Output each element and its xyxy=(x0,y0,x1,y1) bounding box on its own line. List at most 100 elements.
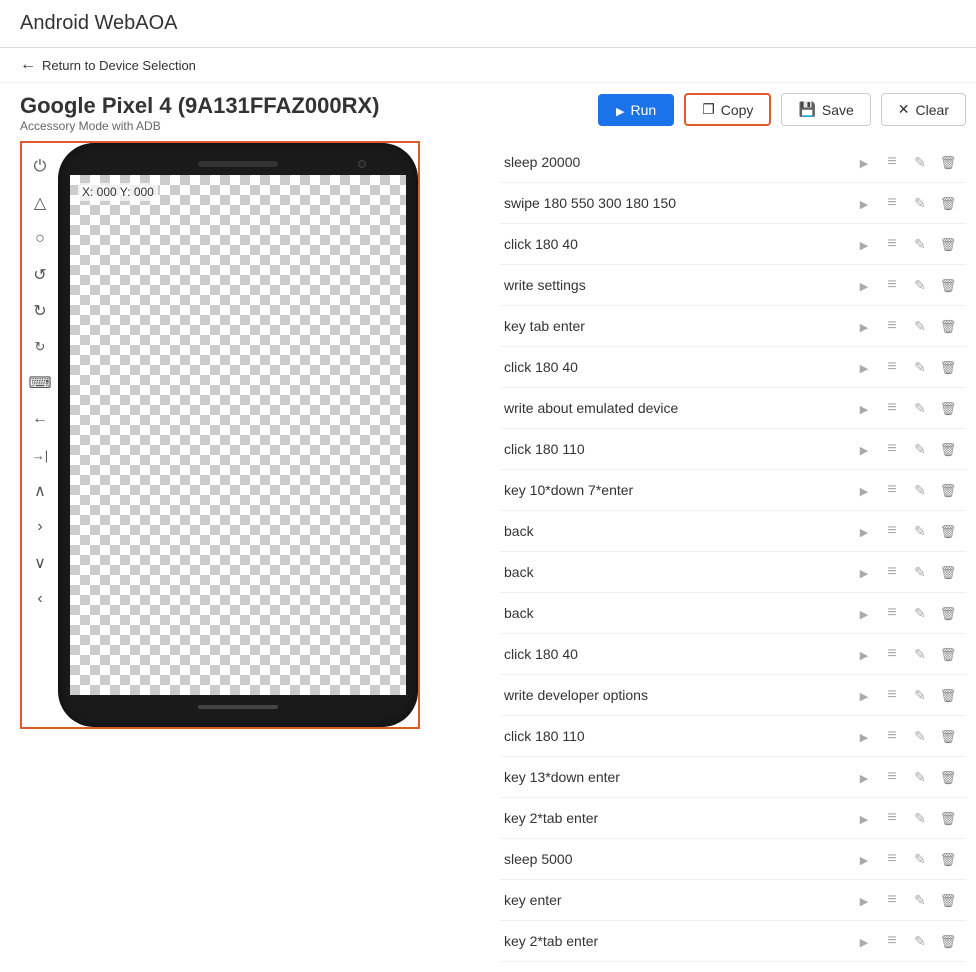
command-delete-button[interactable] xyxy=(934,148,962,176)
command-delete-button[interactable] xyxy=(934,353,962,381)
command-edit-button[interactable] xyxy=(906,517,934,545)
command-run-button[interactable] xyxy=(850,804,878,832)
command-delete-button[interactable] xyxy=(934,312,962,340)
command-edit-button[interactable] xyxy=(906,558,934,586)
run-button[interactable]: Run xyxy=(598,94,674,126)
command-edit-button[interactable] xyxy=(906,312,934,340)
command-run-button[interactable] xyxy=(850,394,878,422)
command-delete-button[interactable] xyxy=(934,476,962,504)
command-reorder-button[interactable] xyxy=(878,517,906,545)
command-delete-button[interactable] xyxy=(934,763,962,791)
command-run-button[interactable] xyxy=(850,722,878,750)
arrow-right-button[interactable]: →| xyxy=(26,441,54,469)
command-run-button[interactable] xyxy=(850,312,878,340)
command-delete-button[interactable] xyxy=(934,394,962,422)
command-reorder-button[interactable] xyxy=(878,640,906,668)
command-delete-button[interactable] xyxy=(934,599,962,627)
command-delete-button[interactable] xyxy=(934,558,962,586)
back-link[interactable]: ← Return to Device Selection xyxy=(20,56,956,74)
command-run-button[interactable] xyxy=(850,681,878,709)
command-run-button[interactable] xyxy=(850,148,878,176)
command-reorder-button[interactable] xyxy=(878,312,906,340)
command-edit-button[interactable] xyxy=(906,271,934,299)
command-run-button[interactable] xyxy=(850,763,878,791)
command-delete-button[interactable] xyxy=(934,640,962,668)
command-delete-button[interactable] xyxy=(934,517,962,545)
circle-button[interactable]: ○ xyxy=(26,225,54,253)
command-edit-button[interactable] xyxy=(906,763,934,791)
command-edit-button[interactable] xyxy=(906,189,934,217)
command-reorder-button[interactable] xyxy=(878,722,906,750)
play-icon xyxy=(860,277,868,293)
command-edit-button[interactable] xyxy=(906,599,934,627)
command-edit-button[interactable] xyxy=(906,886,934,914)
command-reorder-button[interactable] xyxy=(878,886,906,914)
save-button[interactable]: Save xyxy=(781,93,870,126)
command-edit-button[interactable] xyxy=(906,353,934,381)
command-delete-button[interactable] xyxy=(934,927,962,955)
command-reorder-button[interactable] xyxy=(878,353,906,381)
rotate-step-button[interactable]: ↻ xyxy=(26,333,54,361)
command-reorder-button[interactable] xyxy=(878,230,906,258)
command-reorder-button[interactable] xyxy=(878,763,906,791)
command-reorder-button[interactable] xyxy=(878,476,906,504)
command-reorder-button[interactable] xyxy=(878,189,906,217)
command-edit-button[interactable] xyxy=(906,230,934,258)
command-reorder-button[interactable] xyxy=(878,845,906,873)
command-reorder-button[interactable] xyxy=(878,804,906,832)
home-button[interactable]: △ xyxy=(26,189,54,217)
clear-button[interactable]: Clear xyxy=(881,93,966,126)
command-run-button[interactable] xyxy=(850,189,878,217)
command-delete-button[interactable] xyxy=(934,435,962,463)
power-button[interactable]: ⏻ xyxy=(26,153,54,181)
command-run-button[interactable] xyxy=(850,517,878,545)
command-delete-button[interactable] xyxy=(934,681,962,709)
command-edit-button[interactable] xyxy=(906,435,934,463)
rotate-cw-button[interactable]: ↻ xyxy=(26,297,54,325)
command-run-button[interactable] xyxy=(850,927,878,955)
command-edit-button[interactable] xyxy=(906,722,934,750)
command-reorder-button[interactable] xyxy=(878,681,906,709)
command-delete-button[interactable] xyxy=(934,189,962,217)
command-reorder-button[interactable] xyxy=(878,599,906,627)
command-reorder-button[interactable] xyxy=(878,271,906,299)
command-delete-button[interactable] xyxy=(934,804,962,832)
keyboard-button[interactable]: ⌨ xyxy=(26,369,54,397)
command-run-button[interactable] xyxy=(850,886,878,914)
command-run-button[interactable] xyxy=(850,271,878,299)
command-edit-button[interactable] xyxy=(906,845,934,873)
command-run-button[interactable] xyxy=(850,558,878,586)
command-edit-button[interactable] xyxy=(906,640,934,668)
command-delete-button[interactable] xyxy=(934,230,962,258)
command-delete-button[interactable] xyxy=(934,271,962,299)
command-reorder-button[interactable] xyxy=(878,927,906,955)
command-run-button[interactable] xyxy=(850,845,878,873)
chevron-down-button[interactable]: ∨ xyxy=(26,549,54,577)
command-reorder-button[interactable] xyxy=(878,148,906,176)
command-run-button[interactable] xyxy=(850,599,878,627)
rotate-ccw-button[interactable]: ↺ xyxy=(26,261,54,289)
phone-screen[interactable]: X: 000 Y: 000 xyxy=(70,175,406,695)
command-run-button[interactable] xyxy=(850,640,878,668)
command-delete-button[interactable] xyxy=(934,722,962,750)
copy-button[interactable]: Copy xyxy=(684,93,771,126)
command-run-button[interactable] xyxy=(850,476,878,504)
command-edit-button[interactable] xyxy=(906,681,934,709)
command-edit-button[interactable] xyxy=(906,394,934,422)
command-delete-button[interactable] xyxy=(934,845,962,873)
command-run-button[interactable] xyxy=(850,435,878,463)
command-edit-button[interactable] xyxy=(906,804,934,832)
command-run-button[interactable] xyxy=(850,353,878,381)
command-reorder-button[interactable] xyxy=(878,558,906,586)
command-run-button[interactable] xyxy=(850,230,878,258)
chevron-up-button[interactable]: ∧ xyxy=(26,477,54,505)
command-delete-button[interactable] xyxy=(934,886,962,914)
chevron-left-small-button[interactable]: ‹ xyxy=(26,585,54,613)
command-reorder-button[interactable] xyxy=(878,435,906,463)
command-reorder-button[interactable] xyxy=(878,394,906,422)
command-edit-button[interactable] xyxy=(906,927,934,955)
chevron-right-button[interactable]: › xyxy=(26,513,54,541)
arrow-left-button[interactable]: ← xyxy=(26,405,54,433)
command-edit-button[interactable] xyxy=(906,476,934,504)
command-edit-button[interactable] xyxy=(906,148,934,176)
